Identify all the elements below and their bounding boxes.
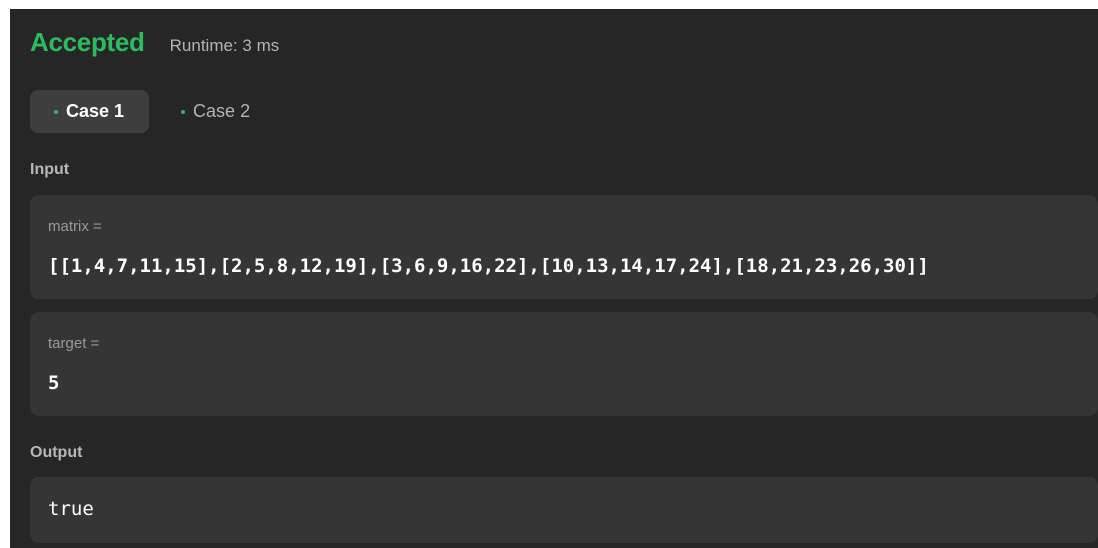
passed-dot-icon	[181, 109, 186, 114]
status-label: Accepted	[30, 27, 145, 57]
output-section-label: Output	[30, 444, 83, 461]
param-value: 5	[48, 372, 60, 394]
tab-case-2[interactable]: Case 2	[157, 90, 275, 133]
param-name: target =	[48, 335, 100, 352]
result-panel: Accepted Runtime: 3 ms Case 1 Case 2 Inp…	[10, 9, 1098, 548]
result-header: Accepted Runtime: 3 ms	[30, 27, 279, 63]
input-param-target[interactable]: target = 5	[30, 312, 1098, 416]
runtime-label: Runtime: 3 ms	[169, 36, 280, 55]
input-section-label: Input	[30, 161, 70, 178]
output-value: true	[48, 498, 94, 520]
output-box[interactable]: true	[30, 477, 1098, 543]
tab-label: Case 2	[193, 101, 251, 121]
passed-dot-icon	[54, 109, 58, 114]
input-param-matrix[interactable]: matrix = [[1,4,7,11,15],[2,5,8,12,19],[3…	[30, 195, 1098, 299]
param-value: [[1,4,7,11,15],[2,5,8,12,19],[3,6,9,16,2…	[48, 255, 929, 277]
tab-label: Case 1	[66, 101, 125, 121]
param-name: matrix =	[48, 218, 102, 235]
case-tabs: Case 1 Case 2	[30, 90, 275, 133]
tab-case-1[interactable]: Case 1	[30, 90, 150, 133]
